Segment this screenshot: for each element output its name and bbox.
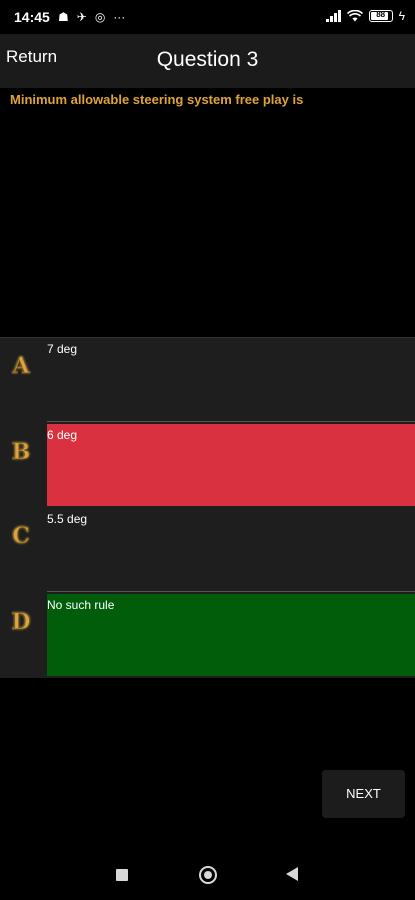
answer-letter-b-icon: B: [11, 439, 31, 466]
answer-letter-a-icon: A: [12, 353, 30, 380]
answer-divider: [47, 421, 415, 422]
page-title: Question 3: [156, 48, 259, 71]
notification-icon-2: ✈: [76, 10, 87, 24]
signal-icon: [325, 10, 341, 22]
header: Return Question 3: [0, 34, 415, 88]
answer-divider: [47, 591, 415, 592]
answer-text-b: 6 deg: [47, 428, 78, 442]
answer-letter-c-icon: C: [12, 523, 31, 550]
back-icon[interactable]: [286, 867, 298, 881]
notification-icon-3: ◎: [94, 10, 106, 24]
answer-letter-d-icon: D: [11, 609, 31, 636]
status-system-icons: 88 ϟ: [325, 9, 405, 23]
next-button[interactable]: NEXT: [322, 770, 405, 818]
answer-list: A 7 deg B 6 deg C 5.5 deg D No such rule: [0, 337, 415, 678]
answer-row-b: B 6 deg: [0, 424, 415, 509]
notification-icon: ☗: [58, 10, 69, 24]
status-time: 14:45: [14, 9, 50, 25]
answer-row-d: D No such rule: [0, 594, 415, 679]
question-text: Minimum allowable steering system free p…: [10, 92, 304, 107]
status-notification-icons: ☗ ✈ ◎ ···: [58, 9, 125, 25]
more-icon: ···: [113, 10, 126, 24]
answer-row-c: C 5.5 deg: [0, 508, 415, 593]
answer-text-d: No such rule: [47, 598, 115, 612]
status-bar: 14:45 ☗ ✈ ◎ ··· 88 ϟ: [0, 0, 415, 34]
answer-text-a: 7 deg: [47, 342, 78, 356]
wifi-icon: [346, 10, 363, 22]
answer-text-c: 5.5 deg: [47, 512, 88, 526]
answer-row-a: A 7 deg: [0, 338, 415, 423]
battery-icon: 88: [368, 10, 393, 22]
answer-option-c[interactable]: 5.5 deg: [47, 508, 415, 590]
recents-icon[interactable]: [116, 869, 128, 881]
system-nav-bar: [0, 848, 415, 900]
charging-icon: ϟ: [398, 9, 405, 23]
answer-option-a[interactable]: 7 deg: [47, 338, 415, 420]
battery-level: 88: [376, 10, 386, 19]
answer-option-b[interactable]: 6 deg: [47, 424, 415, 506]
answer-option-d[interactable]: No such rule: [47, 594, 415, 676]
home-icon[interactable]: [199, 866, 217, 884]
